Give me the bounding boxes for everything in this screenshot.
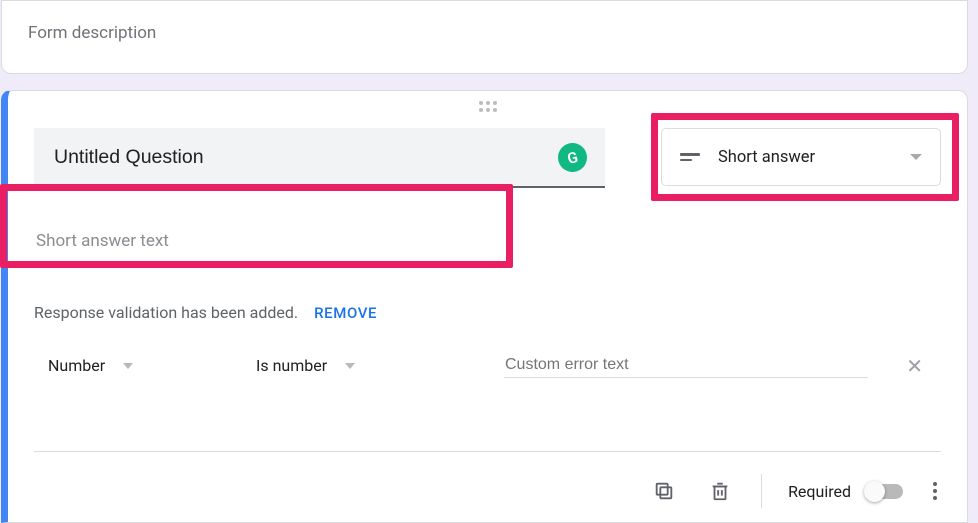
more-options-button[interactable] — [929, 482, 941, 500]
validation-condition-label: Is number — [256, 356, 327, 375]
validation-error-text-input[interactable] — [504, 353, 868, 378]
validation-controls-row: Number Is number ✕ — [48, 353, 927, 378]
question-header-row: G Short answer — [34, 128, 941, 188]
duplicate-button[interactable] — [649, 476, 679, 506]
question-footer: Required — [34, 474, 941, 508]
form-description-input[interactable]: Form description — [28, 23, 941, 43]
validation-type-dropdown[interactable]: Number — [48, 356, 222, 375]
form-header-card: Form description — [1, 0, 968, 74]
delete-button[interactable] — [705, 475, 735, 507]
footer-divider — [34, 451, 941, 452]
question-card: G Short answer Short answer text Respons… — [1, 90, 968, 523]
short-answer-icon — [680, 153, 700, 161]
validation-added-text: Response validation has been added. — [34, 303, 298, 322]
question-title-field[interactable]: G — [34, 128, 605, 188]
grammarly-badge-icon[interactable]: G — [555, 139, 591, 175]
required-label: Required — [788, 482, 851, 501]
short-answer-preview: Short answer text — [34, 217, 496, 265]
validation-type-label: Number — [48, 356, 105, 375]
duplicate-icon — [653, 480, 675, 502]
question-type-dropdown[interactable]: Short answer — [661, 128, 941, 186]
vertical-separator — [761, 474, 762, 508]
answer-placeholder-text: Short answer text — [36, 231, 169, 251]
drag-handle-icon[interactable] — [479, 101, 497, 112]
validation-notice-row: Response validation has been added. REMO… — [34, 303, 941, 322]
question-type-label: Short answer — [718, 148, 892, 167]
caret-down-icon — [345, 363, 355, 369]
remove-validation-button[interactable]: REMOVE — [314, 304, 377, 322]
close-icon[interactable]: ✕ — [902, 354, 927, 378]
trash-icon — [709, 479, 731, 503]
caret-down-icon — [910, 154, 922, 160]
validation-condition-dropdown[interactable]: Is number — [256, 356, 470, 375]
question-title-input[interactable] — [52, 145, 546, 170]
required-toggle-group: Required — [788, 482, 903, 501]
required-toggle[interactable] — [865, 484, 903, 499]
caret-down-icon — [123, 363, 133, 369]
